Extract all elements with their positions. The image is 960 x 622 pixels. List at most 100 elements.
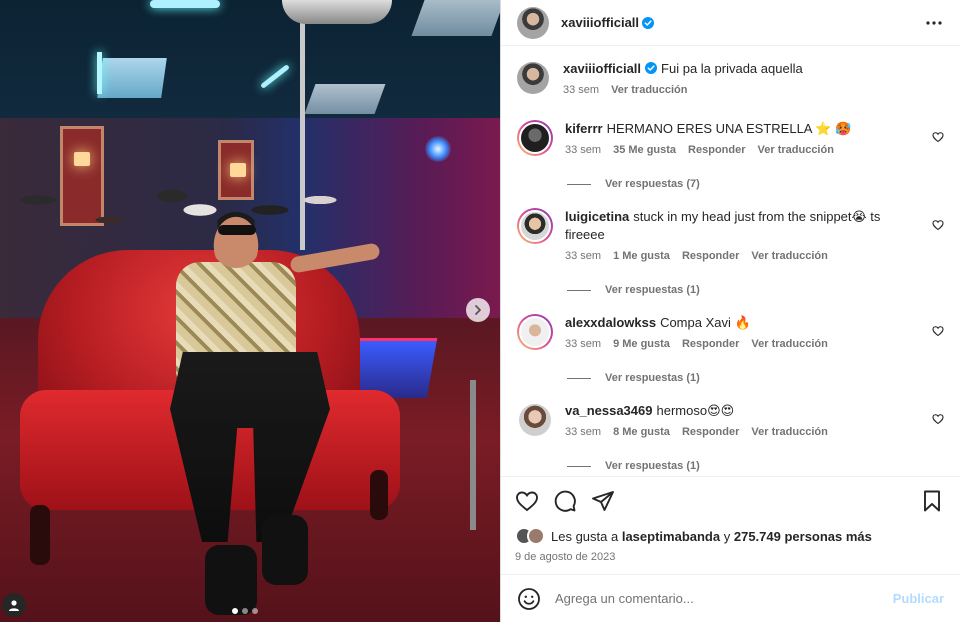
caption-time[interactable]: 33 sem [563,84,599,96]
reply-button[interactable]: Responder [682,250,739,262]
comment-time[interactable]: 33 sem [565,250,601,262]
replies-divider [567,465,591,467]
action-bar [515,489,944,513]
photo-light-panel [411,0,500,36]
more-options-button[interactable] [922,11,946,35]
comment-item: luigicetina stuck in my head just from th… [517,208,944,262]
photo-neon-tube [97,52,102,94]
author-username[interactable]: xaviiiofficiall [561,15,639,30]
comments-list[interactable]: xaviiiofficiall Fui pa la privada aquella… [501,46,960,476]
reply-button[interactable]: Responder [682,338,739,350]
comment-item: kiferrr HERMANO ERES UNA ESTRELLA ⭐ 🥵 33 … [517,120,944,156]
comment-time[interactable]: 33 sem [565,338,601,350]
carousel-dot [242,608,248,614]
send-icon[interactable] [591,489,615,513]
commenter-avatar[interactable] [517,314,553,350]
photo-shoe [205,545,257,615]
publish-button[interactable]: Publicar [893,591,944,606]
view-replies-label: Ver respuestas (1) [605,460,700,472]
comment-likes-count[interactable]: 1 Me gusta [613,250,670,262]
view-replies-label: Ver respuestas (1) [605,284,700,296]
view-replies-label: Ver respuestas (1) [605,372,700,384]
translate-link[interactable]: Ver traducción [751,426,827,438]
liker-avatar [527,527,545,545]
heart-icon[interactable] [932,413,944,425]
comment-time[interactable]: 33 sem [565,426,601,438]
post-header: xaviiiofficiall [501,0,960,46]
author-avatar[interactable] [517,62,549,94]
heart-icon[interactable] [515,489,539,513]
comment-likes-count[interactable]: 9 Me gusta [613,338,670,350]
comment-text: hermoso😍😍 [656,403,735,418]
post-caption: xaviiiofficiall Fui pa la privada aquella… [517,60,944,96]
likes-connector: y [723,528,731,544]
photo-sunglasses [218,225,256,235]
comment-likes-count[interactable]: 8 Me gusta [613,426,670,438]
comment-input[interactable] [555,591,893,606]
liker-username[interactable]: laseptimabanda [622,529,720,544]
photo-armchair-leg [30,505,50,565]
likes-summary: Les gusta a laseptimabanda y 275.749 per… [515,527,944,545]
heart-icon[interactable] [932,131,944,143]
photo-spotlight [425,136,451,162]
comment-username[interactable]: luigicetina [565,209,629,224]
comment-text: HERMANO ERES UNA ESTRELLA ⭐ 🥵 [606,121,852,136]
chevron-right-icon [475,305,481,315]
replies-divider [567,183,591,185]
translate-link[interactable]: Ver traducción [758,144,834,156]
view-replies-button[interactable]: Ver respuestas (1) [567,372,944,384]
author-avatar[interactable] [517,6,549,39]
photo-light-panel [97,58,167,98]
view-replies-button[interactable]: Ver respuestas (1) [567,460,944,472]
more-horizontal-icon [926,20,942,25]
bookmark-icon[interactable] [920,489,944,513]
reply-button[interactable]: Responder [688,144,745,156]
photo-person-head [210,212,262,268]
verified-badge-icon [645,62,658,74]
photo-light-stand [470,380,476,530]
photo-softbox [282,0,392,24]
commenter-avatar[interactable] [519,404,551,436]
comment-username[interactable]: va_nessa3469 [565,403,652,418]
likes-others-link[interactable]: 275.749 personas más [734,529,872,544]
caption-translate-link[interactable]: Ver traducción [611,84,687,96]
view-replies-button[interactable]: Ver respuestas (7) [567,178,944,190]
post-side-panel: xaviiiofficiall xaviiiofficiall Fui pa la… [500,0,960,622]
post-media[interactable] [0,0,500,622]
emoji-icon[interactable] [517,587,541,611]
translate-link[interactable]: Ver traducción [751,338,827,350]
photo-light-panel [304,84,386,114]
replies-divider [567,289,591,291]
carousel-indicator [232,608,258,614]
likes-prefix: Les gusta a [551,528,619,544]
tagged-users-button[interactable] [2,593,26,617]
comment-time[interactable]: 33 sem [565,144,601,156]
comment-username[interactable]: alexxdalowkss [565,315,656,330]
comment-username[interactable]: kiferrr [565,121,603,136]
caption-username[interactable]: xaviiiofficiall [563,61,641,76]
post-dialog: xaviiiofficiall xaviiiofficiall Fui pa la… [0,0,960,622]
post-date[interactable]: 9 de agosto de 2023 [515,551,944,563]
comment-composer: Publicar [501,574,960,622]
liker-avatars [515,527,545,545]
replies-divider [567,377,591,379]
verified-badge-icon [642,16,655,29]
reply-button[interactable]: Responder [682,426,739,438]
translate-link[interactable]: Ver traducción [751,250,827,262]
user-tag-icon [9,600,19,611]
photo-shoe [262,515,308,585]
comment-likes-count[interactable]: 35 Me gusta [613,144,676,156]
post-actions: Les gusta a laseptimabanda y 275.749 per… [501,476,960,574]
comment-text: Compa Xavi 🔥 [660,315,751,330]
carousel-dot [252,608,258,614]
comment-item: alexxdalowkss Compa Xavi 🔥 33 sem 9 Me gu… [517,314,944,350]
view-replies-label: Ver respuestas (7) [605,178,700,190]
commenter-avatar[interactable] [517,120,553,156]
photo-armchair-leg [370,470,388,520]
comment-icon[interactable] [553,489,577,513]
heart-icon[interactable] [932,219,944,231]
heart-icon[interactable] [932,325,944,337]
view-replies-button[interactable]: Ver respuestas (1) [567,284,944,296]
carousel-next-button[interactable] [466,298,490,322]
commenter-avatar[interactable] [517,208,553,244]
